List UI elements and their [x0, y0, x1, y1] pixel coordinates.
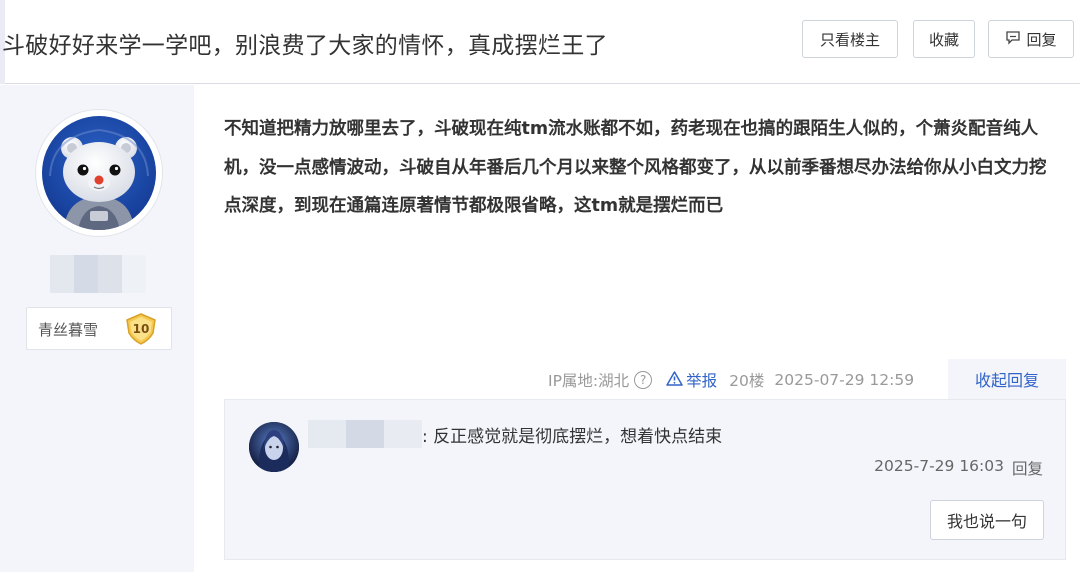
reply-username-blurred[interactable]: [308, 420, 422, 448]
username-blurred[interactable]: [50, 255, 148, 293]
level-number: 10: [133, 322, 150, 336]
say-something-label: 我也说一句: [946, 512, 1027, 531]
reply-avatar[interactable]: [249, 422, 299, 472]
sub-reply-box: : 反正感觉就是彻底摆烂，想着快点结束 2025-7-29 16:03 回复 我…: [224, 399, 1066, 560]
reply-label: 回复: [1026, 30, 1057, 49]
reply-meta: 2025-7-29 16:03 回复: [874, 457, 1043, 479]
favorite-label: 收藏: [928, 30, 959, 49]
only-op-label: 只看楼主: [819, 30, 880, 49]
collapse-replies-button[interactable]: 收起回复: [948, 359, 1066, 399]
author-sidebar: 青丝暮雪 10: [0, 85, 194, 572]
report-label: 举报: [686, 372, 718, 390]
avatar[interactable]: [35, 109, 163, 237]
polar-bear-avatar-image: [42, 116, 156, 230]
say-something-button[interactable]: 我也说一句: [930, 500, 1044, 540]
reply-time: 2025-7-29 16:03: [874, 457, 1004, 475]
reply-text: : 反正感觉就是彻底摆烂，想着快点结束: [422, 427, 723, 447]
thread-title: 斗破好好来学一学吧，别浪费了大家的情怀，真成摆烂王了: [2, 33, 608, 59]
post-content: 不知道把精力放哪里去了，斗破现在纯tm流水账都不如，药老现在也搞的跟陌生人似的，…: [224, 119, 1047, 216]
report-link[interactable]: 举报: [666, 369, 717, 391]
reply-button[interactable]: 回复: [988, 20, 1074, 58]
speech-bubble-icon: [1005, 30, 1021, 49]
favorite-button[interactable]: 收藏: [913, 20, 975, 58]
post-time: 2025-07-29 12:59: [774, 371, 915, 389]
reply-link[interactable]: 回复: [1012, 457, 1043, 479]
thread-header: 斗破好好来学一学吧，别浪费了大家的情怀，真成摆烂王了 只看楼主 收藏 回复: [0, 0, 1080, 84]
ip-location: IP属地:湖北: [548, 372, 630, 390]
collapse-label: 收起回复: [974, 371, 1039, 390]
only-op-button[interactable]: 只看楼主: [802, 20, 898, 58]
post-meta: IP属地:湖北 ? 举报 20楼 2025-07-29 12:59: [548, 368, 914, 392]
floor-number: 20楼: [729, 372, 765, 390]
member-badge[interactable]: 青丝暮雪 10: [26, 307, 172, 350]
question-circle-icon[interactable]: ?: [634, 371, 653, 389]
badge-name: 青丝暮雪: [38, 321, 99, 339]
level-shield-icon: 10: [124, 313, 158, 345]
warning-triangle-icon: [666, 370, 683, 390]
